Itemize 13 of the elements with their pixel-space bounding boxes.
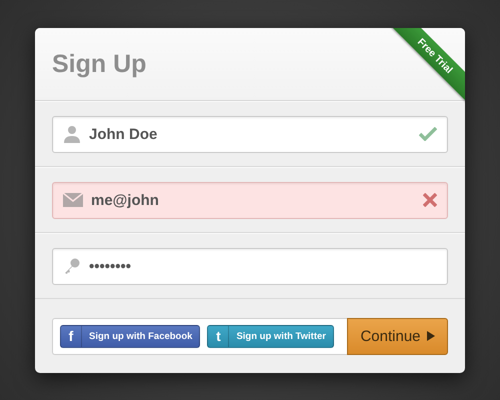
continue-button[interactable]: Continue — [347, 318, 448, 354]
error-x-icon — [423, 193, 437, 207]
input-field[interactable]: John Doe — [52, 116, 448, 152]
check-icon — [419, 127, 437, 141]
input-field[interactable]: me@john — [52, 182, 448, 218]
key-icon — [63, 257, 81, 275]
social-signup-button[interactable]: f Sign up with Facebook — [60, 324, 200, 348]
input-field[interactable]: •••••••• — [52, 248, 448, 284]
envelope-icon — [63, 193, 83, 207]
play-arrow-icon — [426, 331, 435, 341]
person-icon — [63, 125, 81, 143]
card-title: Sign Up — [52, 50, 146, 78]
social-signup-button[interactable]: t Sign up with Twitter — [207, 324, 334, 348]
